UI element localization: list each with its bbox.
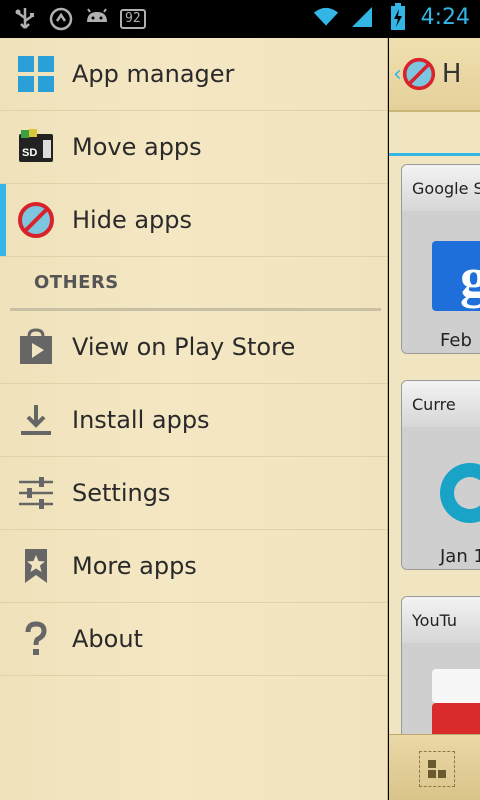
drawer-item-about[interactable]: About	[0, 603, 387, 676]
drawer-item-label: Install apps	[72, 406, 210, 434]
tab-strip	[389, 112, 480, 156]
bottom-action-bar	[389, 734, 480, 800]
drawer-item-label: Settings	[72, 479, 171, 507]
battery-icon	[385, 3, 411, 30]
drawer-item-hide-apps[interactable]: Hide apps	[0, 184, 387, 257]
app-card-date: Feb	[440, 330, 472, 351]
app-card-body: Jan 1	[402, 427, 480, 569]
clock: 4:24	[420, 4, 470, 30]
navigation-drawer: App manager SD Move apps Hide apps OTHER…	[0, 38, 388, 800]
section-header-label: OTHERS	[34, 272, 119, 293]
grid-view-button[interactable]	[419, 751, 455, 787]
app-logo-icon[interactable]	[402, 57, 436, 91]
drawer-toggle-chevron-icon[interactable]: ‹	[393, 62, 402, 87]
grid-icon	[428, 760, 446, 778]
currents-app-icon	[430, 453, 480, 537]
drawer-item-label: More apps	[72, 552, 197, 580]
drawer-item-move-apps[interactable]: SD Move apps	[0, 111, 387, 184]
sync-icon	[48, 6, 74, 32]
usb-icon	[12, 6, 38, 32]
question-icon	[16, 619, 56, 659]
app-manager-icon	[16, 54, 56, 94]
action-bar-title: H	[441, 59, 462, 89]
status-system: 4:24	[313, 3, 470, 30]
app-card-body: g Feb	[402, 211, 480, 353]
drawer-item-label: Move apps	[72, 133, 202, 161]
app-card[interactable]: Curre Jan 1	[401, 380, 480, 570]
hide-apps-icon	[16, 200, 56, 240]
android-icon	[84, 6, 110, 32]
drawer-item-label: Hide apps	[72, 206, 193, 234]
wifi-icon	[313, 4, 339, 30]
battery-percent-badge: 92	[120, 9, 146, 29]
signal-icon	[349, 4, 375, 30]
app-card-title: YouTu	[402, 597, 480, 643]
svg-text:SD: SD	[22, 147, 37, 159]
sd-card-icon: SD	[16, 127, 56, 167]
download-icon	[16, 400, 56, 440]
drawer-item-label: App manager	[72, 60, 235, 88]
section-header-others: OTHERS	[10, 257, 381, 311]
status-notifications: 92	[12, 6, 146, 32]
app-card-date: Jan 1	[440, 546, 480, 567]
google-search-app-icon: g	[432, 241, 480, 315]
drawer-item-more-apps[interactable]: More apps	[0, 530, 387, 603]
drawer-item-view-on-play-store[interactable]: View on Play Store	[0, 311, 387, 384]
drawer-item-label: About	[72, 625, 143, 653]
app-card[interactable]: Google S g Feb	[401, 164, 480, 354]
status-bar: 92 4:24	[0, 0, 480, 38]
bookmark-star-icon	[16, 546, 56, 586]
drawer-item-label: View on Play Store	[72, 333, 296, 361]
drawer-item-app-manager[interactable]: App manager	[0, 38, 387, 111]
drawer-item-settings[interactable]: Settings	[0, 457, 387, 530]
action-bar: ‹ H	[389, 38, 480, 112]
app-card-title: Google S	[402, 165, 480, 211]
sliders-icon	[16, 473, 56, 513]
main-content: ‹ H Google S g Feb Curre Jan 1 YouTu	[389, 38, 480, 800]
app-card-title: Curre	[402, 381, 480, 427]
svg-text:g: g	[460, 247, 480, 309]
youtube-app-icon	[432, 669, 480, 743]
play-store-icon	[16, 327, 56, 367]
drawer-item-install-apps[interactable]: Install apps	[0, 384, 387, 457]
